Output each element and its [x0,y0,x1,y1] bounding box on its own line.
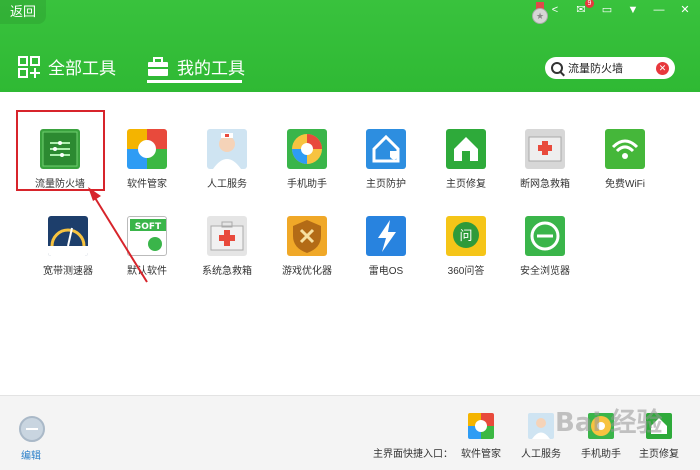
quick-item-label: 手机助手 [581,449,621,460]
edit-button[interactable] [19,416,45,442]
edit-label[interactable]: 编辑 [21,447,41,462]
quick-entry-label: 主界面快捷入口： [373,449,453,460]
software-manager-icon [468,413,494,439]
quick-item[interactable]: 软件管家 [453,413,509,460]
quick-item-label: 人工服务 [521,449,561,460]
watermark-logo: Bai 经验 [555,408,663,438]
quick-item-label: 软件管家 [461,449,501,460]
doctor-service-icon [528,413,554,439]
quick-item-label: 主页修复 [639,449,679,460]
